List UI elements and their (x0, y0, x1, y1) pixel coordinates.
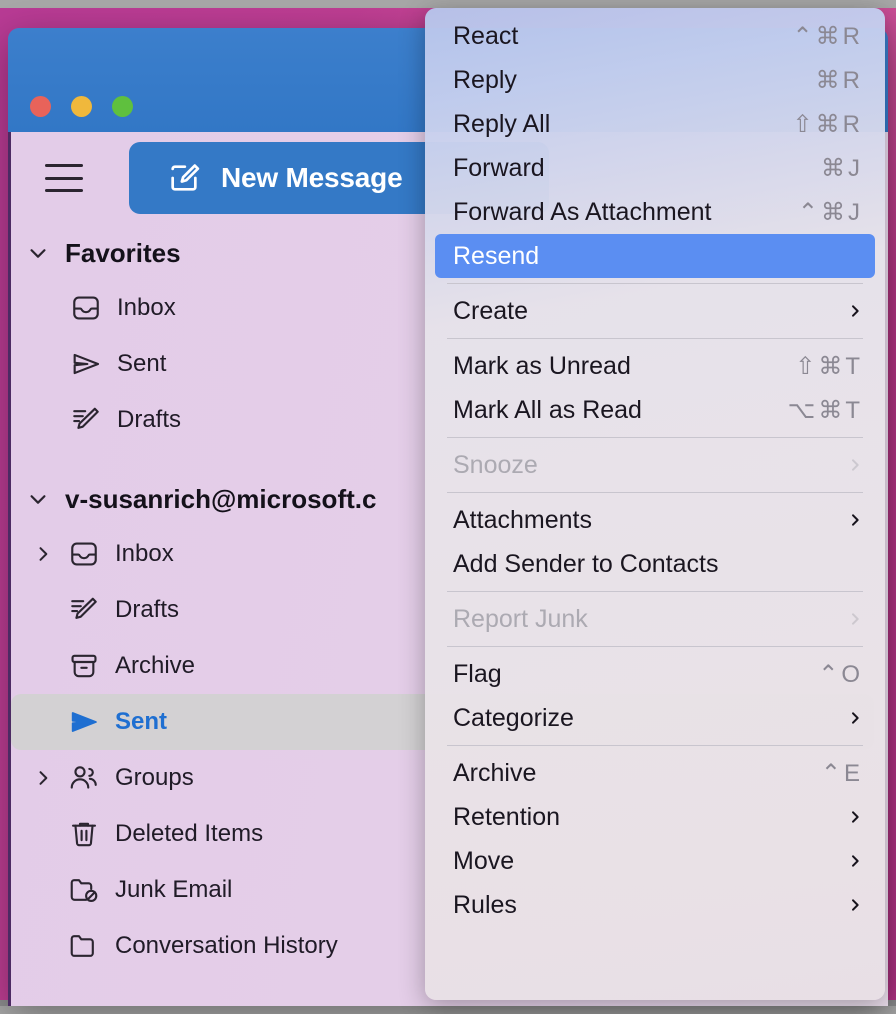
menu-item-add-sender-to-contacts[interactable]: Add Sender to Contacts (435, 542, 875, 586)
menu-item-label: Add Sender to Contacts (453, 549, 719, 578)
menu-item-label: Forward (453, 153, 545, 182)
account-title: v-susanrich@microsoft.c (65, 483, 377, 514)
menu-separator (447, 745, 863, 746)
menu-item-mark-all-as-read[interactable]: Mark All as Read ⌥⌘T (435, 388, 875, 432)
menu-item-archive[interactable]: Archive ⌃E (435, 751, 875, 795)
screen: New Message Favorites Inbox Sent Drafts … (0, 0, 896, 1014)
chevron-down-icon (30, 249, 46, 258)
people-icon (67, 761, 101, 795)
chevron-down-icon (30, 495, 46, 504)
menu-item-shortcut: ⌘R (815, 66, 863, 94)
menu-item-label: Mark as Unread (453, 351, 631, 380)
send-icon (69, 347, 103, 381)
menu-item-label: Reply (453, 65, 517, 94)
menu-item-label: React (453, 21, 519, 50)
sidebar-item-label: Groups (115, 764, 194, 791)
chevron-right-icon[interactable] (33, 544, 53, 564)
sidebar-item-label: Deleted Items (115, 820, 264, 847)
menu-item-categorize[interactable]: Categorize (435, 696, 875, 740)
menu-separator (447, 591, 863, 592)
menu-item-create[interactable]: Create (435, 289, 875, 333)
close-window-button[interactable] (30, 96, 51, 117)
sidebar-item-label: Drafts (117, 406, 182, 433)
inbox-icon (67, 537, 101, 571)
menu-item-label: Forward As Attachment (453, 197, 712, 226)
menu-item-label: Resend (453, 241, 540, 270)
menu-item-label: Categorize (453, 703, 574, 732)
menu-item-shortcut: ⌘J (821, 154, 863, 182)
menu-item-snooze: Snooze (435, 443, 875, 487)
menu-item-attachments[interactable]: Attachments (435, 498, 875, 542)
sidebar-item-label: Sent (117, 350, 167, 377)
menu-item-shortcut: ⌃O (818, 660, 863, 688)
menu-item-shortcut: ⌃⌘R (792, 22, 863, 50)
menu-item-label: Attachments (453, 505, 592, 534)
menu-item-label: Rules (453, 890, 517, 919)
menu-item-label: Create (453, 296, 529, 325)
sidebar-item-label: Sent (115, 708, 168, 735)
menu-item-react[interactable]: React ⌃⌘R (435, 14, 875, 58)
menu-item-label: Report Junk (453, 604, 588, 633)
menu-separator (447, 437, 863, 438)
sidebar-item-label: Archive (115, 652, 196, 679)
sidebar-item-label: Inbox (115, 540, 174, 567)
menu-item-label: Reply All (453, 109, 551, 138)
sidebar-item-label: Junk Email (115, 876, 233, 903)
menu-item-rules[interactable]: Rules (435, 883, 875, 927)
menu-item-shortcut: ⌃E (820, 759, 863, 787)
menu-item-label: Mark All as Read (453, 395, 642, 424)
sidebar-item-label: Conversation History (115, 932, 338, 959)
chevron-right-icon[interactable] (33, 768, 53, 788)
menu-item-reply[interactable]: Reply ⌘R (435, 58, 875, 102)
menu-separator (447, 646, 863, 647)
sidebar-item-label: Inbox (117, 294, 176, 321)
folder-blocked-icon (67, 873, 101, 907)
menu-item-retention[interactable]: Retention (435, 795, 875, 839)
menu-separator (447, 492, 863, 493)
menu-item-label: Snooze (453, 450, 538, 479)
minimize-window-button[interactable] (71, 96, 92, 117)
chevron-right-icon (852, 855, 859, 867)
chevron-right-icon (852, 305, 859, 317)
compose-icon (171, 164, 200, 191)
zoom-window-button[interactable] (112, 96, 133, 117)
menu-item-shortcut: ⇧⌘R (792, 110, 863, 138)
menu-item-shortcut: ⇧⌘T (795, 352, 863, 380)
hamburger-icon[interactable] (45, 164, 83, 192)
menu-item-label: Archive (453, 758, 537, 787)
chevron-right-icon (852, 613, 859, 625)
chevron-right-icon (852, 514, 859, 526)
folder-icon (67, 929, 101, 963)
menu-separator (447, 283, 863, 284)
menu-item-label: Move (453, 846, 515, 875)
chevron-right-icon (852, 899, 859, 911)
menu-item-forward-as-attachment[interactable]: Forward As Attachment ⌃⌘J (435, 190, 875, 234)
menu-item-forward[interactable]: Forward ⌘J (435, 146, 875, 190)
menu-item-reply-all[interactable]: Reply All ⇧⌘R (435, 102, 875, 146)
draft-pencil-icon (67, 593, 101, 627)
menu-item-label: Retention (453, 802, 561, 831)
inbox-icon (69, 291, 103, 325)
draft-pencil-icon (69, 403, 103, 437)
menu-item-move[interactable]: Move (435, 839, 875, 883)
menu-item-flag[interactable]: Flag ⌃O (435, 652, 875, 696)
chevron-right-icon (852, 712, 859, 724)
menu-item-mark-as-unread[interactable]: Mark as Unread ⇧⌘T (435, 344, 875, 388)
chevron-right-icon (852, 459, 859, 471)
menu-item-label: Flag (453, 659, 502, 688)
send-icon (67, 705, 101, 739)
menu-item-resend[interactable]: Resend (435, 234, 875, 278)
trash-icon (67, 817, 101, 851)
new-message-label: New Message (221, 162, 403, 193)
traffic-lights (30, 96, 133, 117)
context-menu[interactable]: React ⌃⌘R Reply ⌘R Reply All ⇧⌘R Forward ⌘J Forw… (425, 8, 885, 1000)
chevron-right-icon (852, 811, 859, 823)
archive-box-icon (67, 649, 101, 683)
favorites-title: Favorites (65, 237, 181, 268)
menu-separator (447, 338, 863, 339)
menu-item-report-junk: Report Junk (435, 597, 875, 641)
sidebar-item-label: Drafts (115, 596, 180, 623)
menu-item-shortcut: ⌃⌘J (797, 198, 863, 226)
menu-item-shortcut: ⌥⌘T (787, 396, 863, 424)
